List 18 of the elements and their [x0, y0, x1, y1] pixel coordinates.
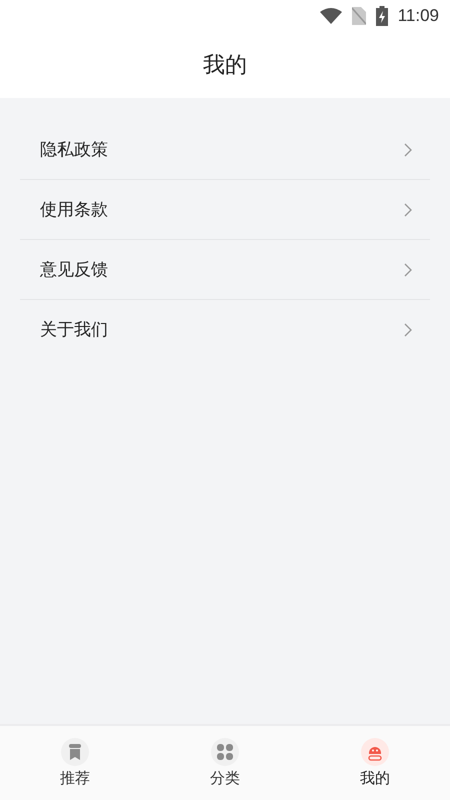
bookmark-icon [69, 744, 81, 760]
nav-tab[interactable]: 我的 [300, 726, 450, 800]
nav-tab[interactable]: 推荐 [0, 726, 150, 800]
chevron-right-icon [404, 202, 412, 216]
nav-tab[interactable]: 分类 [150, 726, 300, 800]
menu-item[interactable]: 使用条款 [20, 180, 430, 240]
grid-icon [217, 744, 233, 760]
menu-item[interactable]: 隐私政策 [20, 120, 430, 180]
menu-item[interactable]: 意见反馈 [20, 240, 430, 300]
chevron-right-icon [404, 262, 412, 276]
chevron-right-icon [404, 142, 412, 156]
page-title: 我的 [203, 51, 247, 79]
status-time: 11:09 [398, 6, 439, 26]
battery-icon [376, 6, 388, 26]
menu-item[interactable]: 关于我们 [20, 300, 430, 359]
chevron-right-icon [404, 322, 412, 336]
no-sim-icon [352, 7, 366, 25]
wifi-icon [320, 8, 342, 24]
